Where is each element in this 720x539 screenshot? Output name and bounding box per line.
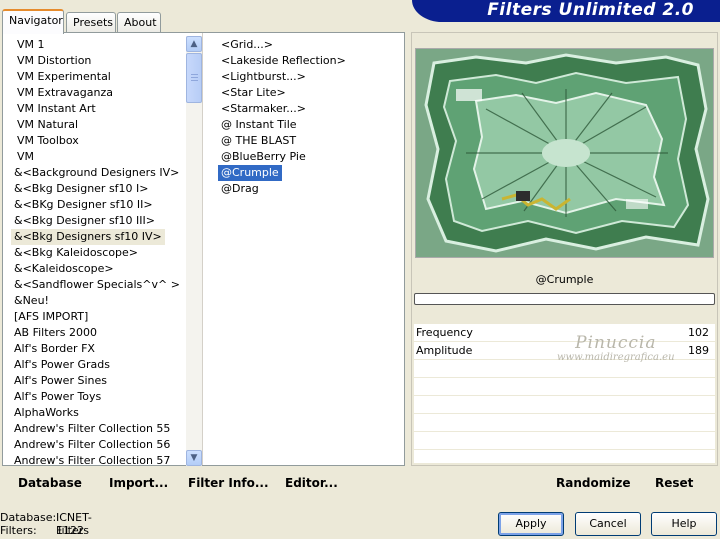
param-row-empty — [414, 396, 715, 414]
filter-item[interactable]: @Drag — [218, 181, 262, 197]
category-item[interactable]: VM — [14, 149, 37, 165]
category-scrollbar[interactable]: ▲ ▼ — [186, 36, 202, 466]
database-label: Database: — [0, 511, 57, 524]
param-value: 102 — [688, 326, 709, 339]
category-item[interactable]: Alf's Power Toys — [11, 389, 104, 405]
category-item[interactable]: Alf's Border FX — [11, 341, 98, 357]
database-link[interactable]: Database — [18, 476, 82, 490]
category-item[interactable]: [AFS IMPORT] — [11, 309, 91, 325]
filter-item[interactable]: @BlueBerry Pie — [218, 149, 309, 165]
filter-item[interactable]: @ Instant Tile — [218, 117, 300, 133]
cancel-button[interactable]: Cancel — [575, 512, 641, 536]
watermark-name: Pinuccia — [575, 333, 657, 353]
scroll-down-button[interactable]: ▼ — [186, 450, 202, 466]
filter-item[interactable]: <Lakeside Reflection> — [218, 53, 349, 69]
help-button[interactable]: Help — [651, 512, 717, 536]
param-label: Amplitude — [416, 344, 473, 357]
filter-list[interactable]: <Grid...> <Lakeside Reflection> <Lightburs… — [206, 33, 404, 465]
category-item[interactable]: &<Bkg Designer sf10 I> — [11, 181, 152, 197]
param-value: 189 — [688, 344, 709, 357]
filter-item[interactable]: @Crumple — [218, 165, 282, 181]
category-item[interactable]: VM 1 — [14, 37, 48, 53]
selected-filter-name: @Crumple — [535, 273, 594, 286]
import-link[interactable]: Import... — [109, 476, 168, 490]
filter-item[interactable]: <Grid...> — [218, 37, 276, 53]
category-list[interactable]: VM 1 VM Distortion VM Experimental VM Extra… — [3, 33, 203, 467]
param-row-empty — [414, 432, 715, 450]
category-item[interactable]: Alf's Power Sines — [11, 373, 110, 389]
scroll-up-button[interactable]: ▲ — [186, 36, 202, 52]
filters-count-label: Filters: — [0, 524, 37, 537]
progress-bar — [414, 293, 715, 305]
tab-presets[interactable]: Presets — [66, 12, 116, 32]
preview-image — [415, 48, 714, 258]
category-item[interactable]: &Neu! — [11, 293, 52, 309]
navigator-panel: VM 1 VM Distortion VM Experimental VM Extra… — [2, 32, 405, 467]
app-title: Filters Unlimited 2.0 — [487, 0, 694, 20]
category-item[interactable]: VM Experimental — [14, 69, 114, 85]
category-item[interactable]: AB Filters 2000 — [11, 325, 100, 341]
randomize-link[interactable]: Randomize — [556, 476, 630, 490]
filter-info-link[interactable]: Filter Info... — [188, 476, 269, 490]
param-row-empty — [414, 450, 715, 464]
title-banner: Filters Unlimited 2.0 — [412, 0, 720, 22]
category-item[interactable]: &<Sandflower Specials^v^ > — [11, 277, 183, 293]
param-row-empty — [414, 378, 715, 396]
category-item[interactable]: VM Instant Art — [14, 101, 99, 117]
filter-item[interactable]: <Starmaker...> — [218, 101, 309, 117]
category-item[interactable]: &<Background Designers IV> — [11, 165, 182, 181]
category-item[interactable]: AlphaWorks — [11, 405, 82, 421]
category-item[interactable]: VM Distortion — [14, 53, 94, 69]
category-item[interactable]: Andrew's Filter Collection 56 — [11, 437, 173, 453]
category-item[interactable]: &<Kaleidoscope> — [11, 261, 117, 277]
filter-item[interactable]: <Lightburst...> — [218, 69, 309, 85]
scroll-thumb[interactable] — [186, 53, 202, 103]
category-item[interactable]: Andrew's Filter Collection 55 — [11, 421, 173, 437]
watermark-url: www.maidiregrafica.eu — [557, 352, 675, 363]
category-item[interactable]: VM Natural — [14, 117, 81, 133]
category-item[interactable]: &<Bkg Designers sf10 IV> — [11, 229, 165, 245]
tab-navigator[interactable]: Navigator — [2, 9, 64, 34]
watermark: Pinuccia www.maidiregrafica.eu — [557, 333, 675, 363]
category-item[interactable]: Andrew's Filter Collection 57 — [11, 453, 173, 469]
category-item[interactable]: &<Bkg Kaleidoscope> — [11, 245, 141, 261]
editor-link[interactable]: Editor... — [285, 476, 338, 490]
preview-panel: @Crumple Frequency 102 Amplitude 189 Pin… — [411, 32, 718, 466]
reset-link[interactable]: Reset — [655, 476, 693, 490]
apply-button[interactable]: Apply — [498, 512, 564, 536]
filters-count-value: 1122 — [56, 524, 84, 537]
category-item[interactable]: &<Bkg Designer sf10 III> — [11, 213, 158, 229]
tab-about[interactable]: About — [117, 12, 161, 32]
category-item[interactable]: Alf's Power Grads — [11, 357, 113, 373]
param-row-empty — [414, 414, 715, 432]
filter-item[interactable]: <Star Lite> — [218, 85, 289, 101]
crumple-preview-graphic — [416, 49, 713, 257]
category-item[interactable]: VM Extravaganza — [14, 85, 116, 101]
param-label: Frequency — [416, 326, 473, 339]
filter-item[interactable]: @ THE BLAST — [218, 133, 299, 149]
category-item[interactable]: &<BKg Designer sf10 II> — [11, 197, 156, 213]
category-item[interactable]: VM Toolbox — [14, 133, 82, 149]
